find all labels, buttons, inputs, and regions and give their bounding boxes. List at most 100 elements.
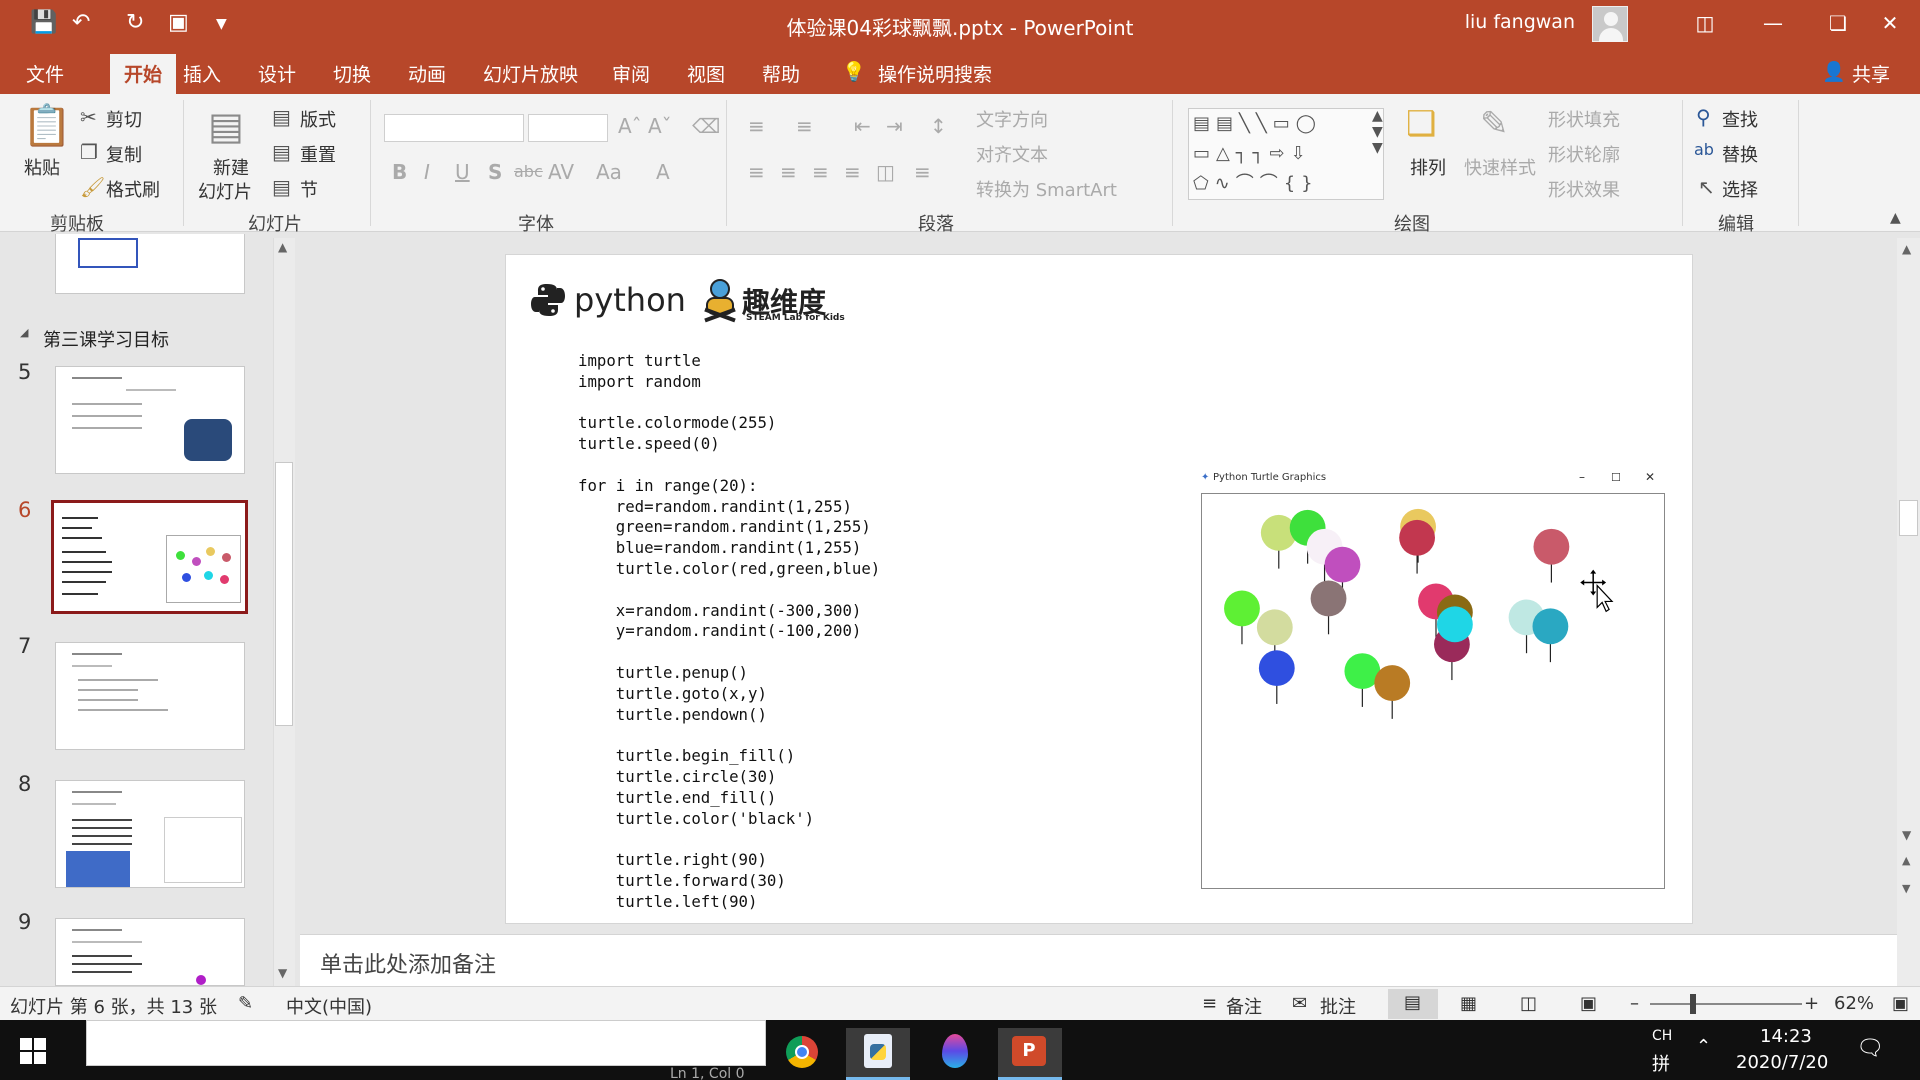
- change-case-button[interactable]: Aa: [596, 160, 622, 184]
- select-icon[interactable]: ↖: [1698, 175, 1715, 199]
- reset-button[interactable]: 重置: [300, 141, 336, 167]
- shrink-font-icon[interactable]: Aˇ: [648, 114, 672, 138]
- section-button[interactable]: 节: [300, 176, 318, 202]
- chrome-taskbar-button[interactable]: [770, 1028, 834, 1080]
- quick-styles-icon[interactable]: ✎: [1480, 104, 1509, 144]
- find-button[interactable]: 查找: [1722, 106, 1758, 132]
- align-right-icon[interactable]: ≡: [812, 160, 829, 184]
- cut-icon[interactable]: ✂: [80, 105, 97, 129]
- ribbon-display-icon[interactable]: ◫: [1685, 8, 1725, 40]
- restore-icon[interactable]: ❏: [1818, 8, 1858, 40]
- arrange-icon[interactable]: ❑: [1406, 104, 1436, 144]
- convert-smartart-button[interactable]: 转换为 SmartArt: [976, 176, 1117, 202]
- windows-start-icon[interactable]: [20, 1038, 46, 1064]
- shapes-gallery[interactable]: ▤▤╲╲▭◯ ▭△┐┐⇨⇩ ⬠∿⌒⌒{}: [1188, 108, 1384, 200]
- layout-button[interactable]: 版式: [300, 106, 336, 132]
- bullets-icon[interactable]: ≡: [748, 114, 765, 138]
- scroll-down-icon[interactable]: ▼: [1902, 828, 1911, 842]
- format-painter-icon[interactable]: 🖌: [80, 175, 105, 199]
- decrease-indent-icon[interactable]: ⇤: [854, 114, 871, 138]
- next-slide-icon[interactable]: ▼: [1902, 882, 1910, 895]
- replace-button[interactable]: 替换: [1722, 141, 1758, 167]
- scroll-down-icon[interactable]: ▼: [278, 966, 287, 980]
- zoom-in-icon[interactable]: +: [1804, 993, 1819, 1014]
- columns-icon[interactable]: ◫: [876, 160, 895, 184]
- fit-slide-icon[interactable]: ▣: [1892, 993, 1909, 1014]
- layout-icon[interactable]: ▤: [272, 105, 291, 129]
- scroll-thumb[interactable]: [1899, 500, 1918, 536]
- replace-icon[interactable]: ab: [1694, 140, 1714, 159]
- clock-time[interactable]: 14:23: [1760, 1026, 1812, 1047]
- collapse-section-icon[interactable]: ◢: [20, 326, 28, 339]
- find-icon[interactable]: ⚲: [1696, 105, 1711, 129]
- numbering-icon[interactable]: ≡: [796, 114, 813, 138]
- new-slide-icon[interactable]: ▤: [208, 104, 244, 148]
- grow-font-icon[interactable]: Aˆ: [618, 114, 642, 138]
- slide-thumbnail-8[interactable]: [55, 780, 245, 888]
- tab-transitions[interactable]: 切换: [333, 60, 371, 87]
- notes-pane[interactable]: 单击此处添加备注: [300, 934, 1898, 986]
- zoom-out-icon[interactable]: –: [1630, 993, 1639, 1014]
- clear-format-icon[interactable]: ⌫: [692, 114, 720, 138]
- zoom-slider-handle[interactable]: [1690, 994, 1696, 1014]
- strikethrough-button[interactable]: abc: [514, 162, 543, 181]
- distribute-icon[interactable]: ≡: [914, 160, 931, 184]
- user-name[interactable]: liu fangwan: [1465, 11, 1575, 33]
- tab-animations[interactable]: 动画: [408, 60, 446, 87]
- slide-thumbnail-partial[interactable]: [55, 234, 245, 294]
- ime-indicator[interactable]: CH: [1652, 1028, 1672, 1044]
- cut-button[interactable]: 剪切: [106, 106, 142, 132]
- clock-date[interactable]: 2020/7/20: [1736, 1052, 1828, 1073]
- spelling-icon[interactable]: ✎: [238, 993, 253, 1014]
- ime-mode[interactable]: 拼: [1652, 1050, 1670, 1076]
- code-textbox[interactable]: import turtle import random turtle.colorm…: [578, 351, 880, 913]
- italic-button[interactable]: I: [424, 160, 430, 184]
- quick-styles-button[interactable]: 快速样式: [1464, 154, 1536, 180]
- shapes-gallery-scroll-icon[interactable]: ▲ ▼ ▼: [1372, 108, 1390, 200]
- normal-view-button[interactable]: ▤: [1388, 989, 1438, 1019]
- new-slide-button-line2[interactable]: 幻灯片: [198, 178, 252, 204]
- powerpoint-taskbar-button[interactable]: P: [998, 1028, 1062, 1080]
- minimize-icon[interactable]: —: [1753, 8, 1793, 40]
- tab-insert[interactable]: 插入: [183, 60, 221, 87]
- tab-file[interactable]: 文件: [26, 60, 64, 87]
- zoom-slider[interactable]: [1650, 1003, 1802, 1005]
- scroll-up-icon[interactable]: ▲: [278, 240, 287, 254]
- line-spacing-icon[interactable]: ↕: [930, 114, 947, 138]
- slide-thumbnail-5[interactable]: [55, 366, 245, 474]
- paste-icon[interactable]: 📋: [22, 102, 72, 149]
- text-direction-button[interactable]: 文字方向: [976, 106, 1048, 132]
- bold-button[interactable]: B: [392, 160, 407, 184]
- tab-view[interactable]: 视图: [687, 60, 725, 87]
- slide-sorter-icon[interactable]: ▦: [1460, 993, 1477, 1014]
- comments-icon[interactable]: ✉: [1292, 993, 1307, 1014]
- char-spacing-button[interactable]: AV: [548, 160, 574, 184]
- tell-me-search[interactable]: 操作说明搜索: [878, 60, 992, 87]
- notification-center-icon[interactable]: 🗨: [1856, 1036, 1884, 1061]
- language-indicator[interactable]: 中文(中国): [286, 993, 372, 1019]
- text-shadow-button[interactable]: S: [488, 160, 502, 184]
- slide-canvas[interactable]: python 趣维度 STEAM Lab for Kids import tur…: [505, 254, 1693, 924]
- tab-slideshow[interactable]: 幻灯片放映: [483, 60, 578, 87]
- align-left-icon[interactable]: ≡: [748, 160, 765, 184]
- notes-toggle-button[interactable]: 备注: [1226, 993, 1262, 1019]
- notes-placeholder[interactable]: 单击此处添加备注: [320, 947, 496, 979]
- scroll-up-icon[interactable]: ▲: [1902, 242, 1911, 256]
- close-icon[interactable]: ✕: [1860, 8, 1920, 40]
- copy-button[interactable]: 复制: [106, 141, 142, 167]
- section-icon[interactable]: ▤: [272, 175, 291, 199]
- reset-icon[interactable]: ▤: [272, 140, 291, 164]
- font-size-combo[interactable]: [528, 114, 608, 142]
- slide-thumbnail-7[interactable]: [55, 642, 245, 750]
- font-family-combo[interactable]: [384, 114, 524, 142]
- align-center-icon[interactable]: ≡: [780, 160, 797, 184]
- shape-fill-button[interactable]: 形状填充: [1548, 106, 1620, 132]
- collapse-ribbon-icon[interactable]: ▲: [1890, 210, 1901, 226]
- paste-button[interactable]: 粘贴: [24, 154, 60, 180]
- font-color-button[interactable]: A: [656, 160, 670, 184]
- show-hidden-icons-icon[interactable]: ⌃: [1696, 1036, 1711, 1057]
- tab-home[interactable]: 开始: [110, 54, 177, 94]
- thumbnail-scrollbar[interactable]: ▲ ▼: [273, 238, 295, 986]
- slide-scrollbar[interactable]: ▲ ▼ ▲ ▼: [1897, 238, 1920, 986]
- shape-outline-button[interactable]: 形状轮廓: [1548, 141, 1620, 167]
